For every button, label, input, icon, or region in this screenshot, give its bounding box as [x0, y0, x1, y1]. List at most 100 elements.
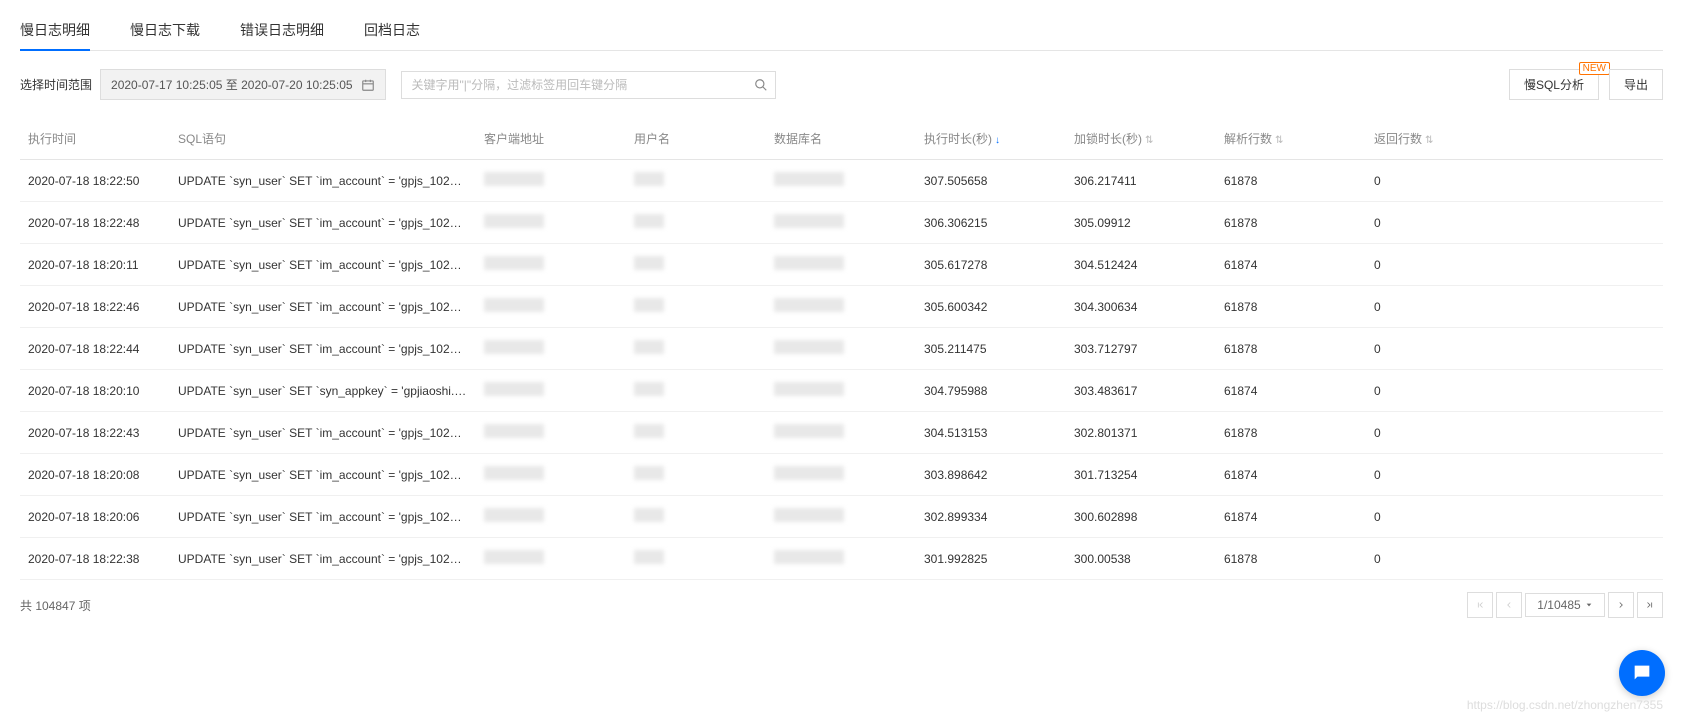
- col-sql[interactable]: SQL语句: [170, 118, 476, 160]
- cell-exam: 61874: [1216, 244, 1366, 286]
- cell-exam: 61878: [1216, 202, 1366, 244]
- chat-icon: [1631, 662, 1653, 684]
- cell-exam: 61874: [1216, 370, 1366, 412]
- search-input[interactable]: [401, 71, 776, 99]
- tab-2[interactable]: 错误日志明细: [240, 10, 324, 50]
- cell-lock: 303.483617: [1066, 370, 1216, 412]
- col-duration[interactable]: 执行时长(秒)↓: [916, 118, 1066, 160]
- button-label: 慢SQL分析: [1524, 78, 1584, 92]
- table-row[interactable]: 2020-07-18 18:22:43UPDATE `syn_user` SET…: [20, 412, 1663, 454]
- col-rows-examined[interactable]: 解析行数⇅: [1216, 118, 1366, 160]
- pagination: 1/10485: [1467, 592, 1663, 618]
- cell-lock: 300.602898: [1066, 496, 1216, 538]
- cell-duration: 305.617278: [916, 244, 1066, 286]
- cell-user: [626, 412, 766, 454]
- cell-db: [766, 412, 916, 454]
- cell-lock: 300.00538: [1066, 538, 1216, 580]
- cell-duration: 307.505658: [916, 160, 1066, 202]
- cell-duration: 301.992825: [916, 538, 1066, 580]
- tab-3[interactable]: 回档日志: [364, 10, 420, 50]
- cell-exam: 61878: [1216, 160, 1366, 202]
- page-indicator[interactable]: 1/10485: [1525, 593, 1605, 617]
- tab-0[interactable]: 慢日志明细: [20, 10, 90, 50]
- cell-lock: 304.512424: [1066, 244, 1216, 286]
- cell-exam: 61878: [1216, 412, 1366, 454]
- slow-log-table: 执行时间 SQL语句 客户端地址 用户名 数据库名 执行时长(秒)↓ 加锁时长(…: [20, 118, 1663, 580]
- button-label: 导出: [1624, 78, 1648, 92]
- col-lock-time[interactable]: 加锁时长(秒)⇅: [1066, 118, 1216, 160]
- cell-user: [626, 454, 766, 496]
- cell-sql: UPDATE `syn_user` SET `im_account` = 'gp…: [170, 496, 476, 538]
- table-row[interactable]: 2020-07-18 18:22:46UPDATE `syn_user` SET…: [20, 286, 1663, 328]
- table-row[interactable]: 2020-07-18 18:22:50UPDATE `syn_user` SET…: [20, 160, 1663, 202]
- cell-time: 2020-07-18 18:22:50: [20, 160, 170, 202]
- last-page-button[interactable]: [1637, 592, 1663, 618]
- cell-user: [626, 202, 766, 244]
- cell-user: [626, 244, 766, 286]
- date-range-picker[interactable]: 2020-07-17 10:25:05 至 2020-07-20 10:25:0…: [100, 69, 386, 100]
- cell-db: [766, 370, 916, 412]
- cell-client: [476, 412, 626, 454]
- col-rows-sent[interactable]: 返回行数⇅: [1366, 118, 1663, 160]
- cell-db: [766, 286, 916, 328]
- cell-time: 2020-07-18 18:22:38: [20, 538, 170, 580]
- total-count: 共 104847 项: [20, 597, 91, 614]
- first-page-button[interactable]: [1467, 592, 1493, 618]
- cell-db: [766, 202, 916, 244]
- tab-1[interactable]: 慢日志下载: [130, 10, 200, 50]
- cell-duration: 305.600342: [916, 286, 1066, 328]
- table-row[interactable]: 2020-07-18 18:20:11UPDATE `syn_user` SET…: [20, 244, 1663, 286]
- cell-user: [626, 328, 766, 370]
- cell-sql: UPDATE `syn_user` SET `im_account` = 'gp…: [170, 286, 476, 328]
- cell-exam: 61874: [1216, 496, 1366, 538]
- col-db-name[interactable]: 数据库名: [766, 118, 916, 160]
- cell-db: [766, 244, 916, 286]
- watermark: https://blog.csdn.net/zhongzhen7355: [1467, 698, 1663, 712]
- cell-sql: UPDATE `syn_user` SET `im_account` = 'gp…: [170, 328, 476, 370]
- table-row[interactable]: 2020-07-18 18:20:08UPDATE `syn_user` SET…: [20, 454, 1663, 496]
- cell-user: [626, 370, 766, 412]
- col-client-addr[interactable]: 客户端地址: [476, 118, 626, 160]
- cell-client: [476, 496, 626, 538]
- cell-time: 2020-07-18 18:22:48: [20, 202, 170, 244]
- cell-sent: 0: [1366, 328, 1663, 370]
- cell-client: [476, 286, 626, 328]
- cell-lock: 303.712797: [1066, 328, 1216, 370]
- cell-db: [766, 538, 916, 580]
- table-row[interactable]: 2020-07-18 18:22:44UPDATE `syn_user` SET…: [20, 328, 1663, 370]
- cell-sql: UPDATE `syn_user` SET `im_account` = 'gp…: [170, 538, 476, 580]
- slow-sql-analyze-button[interactable]: 慢SQL分析 NEW: [1509, 69, 1599, 100]
- cell-client: [476, 454, 626, 496]
- table-row[interactable]: 2020-07-18 18:22:48UPDATE `syn_user` SET…: [20, 202, 1663, 244]
- cell-duration: 306.306215: [916, 202, 1066, 244]
- cell-time: 2020-07-18 18:22:46: [20, 286, 170, 328]
- search-icon[interactable]: [754, 78, 768, 92]
- next-page-button[interactable]: [1608, 592, 1634, 618]
- table-row[interactable]: 2020-07-18 18:20:10UPDATE `syn_user` SET…: [20, 370, 1663, 412]
- cell-time: 2020-07-18 18:20:08: [20, 454, 170, 496]
- cell-sent: 0: [1366, 286, 1663, 328]
- tabs: 慢日志明细慢日志下载错误日志明细回档日志: [20, 0, 1663, 51]
- cell-duration: 302.899334: [916, 496, 1066, 538]
- new-badge: NEW: [1579, 62, 1610, 75]
- cell-time: 2020-07-18 18:20:10: [20, 370, 170, 412]
- cell-db: [766, 454, 916, 496]
- col-username[interactable]: 用户名: [626, 118, 766, 160]
- cell-exam: 61878: [1216, 538, 1366, 580]
- cell-time: 2020-07-18 18:20:11: [20, 244, 170, 286]
- cell-sql: UPDATE `syn_user` SET `im_account` = 'gp…: [170, 202, 476, 244]
- cell-client: [476, 538, 626, 580]
- chat-fab-button[interactable]: [1619, 650, 1665, 696]
- prev-page-button[interactable]: [1496, 592, 1522, 618]
- cell-client: [476, 370, 626, 412]
- cell-client: [476, 202, 626, 244]
- cell-user: [626, 538, 766, 580]
- table-row[interactable]: 2020-07-18 18:20:06UPDATE `syn_user` SET…: [20, 496, 1663, 538]
- export-button[interactable]: 导出: [1609, 69, 1663, 100]
- cell-sent: 0: [1366, 496, 1663, 538]
- table-row[interactable]: 2020-07-18 18:22:38UPDATE `syn_user` SET…: [20, 538, 1663, 580]
- cell-time: 2020-07-18 18:22:44: [20, 328, 170, 370]
- date-range-value: 2020-07-17 10:25:05 至 2020-07-20 10:25:0…: [111, 76, 353, 93]
- col-exec-time[interactable]: 执行时间: [20, 118, 170, 160]
- date-range-label: 选择时间范围: [20, 76, 92, 93]
